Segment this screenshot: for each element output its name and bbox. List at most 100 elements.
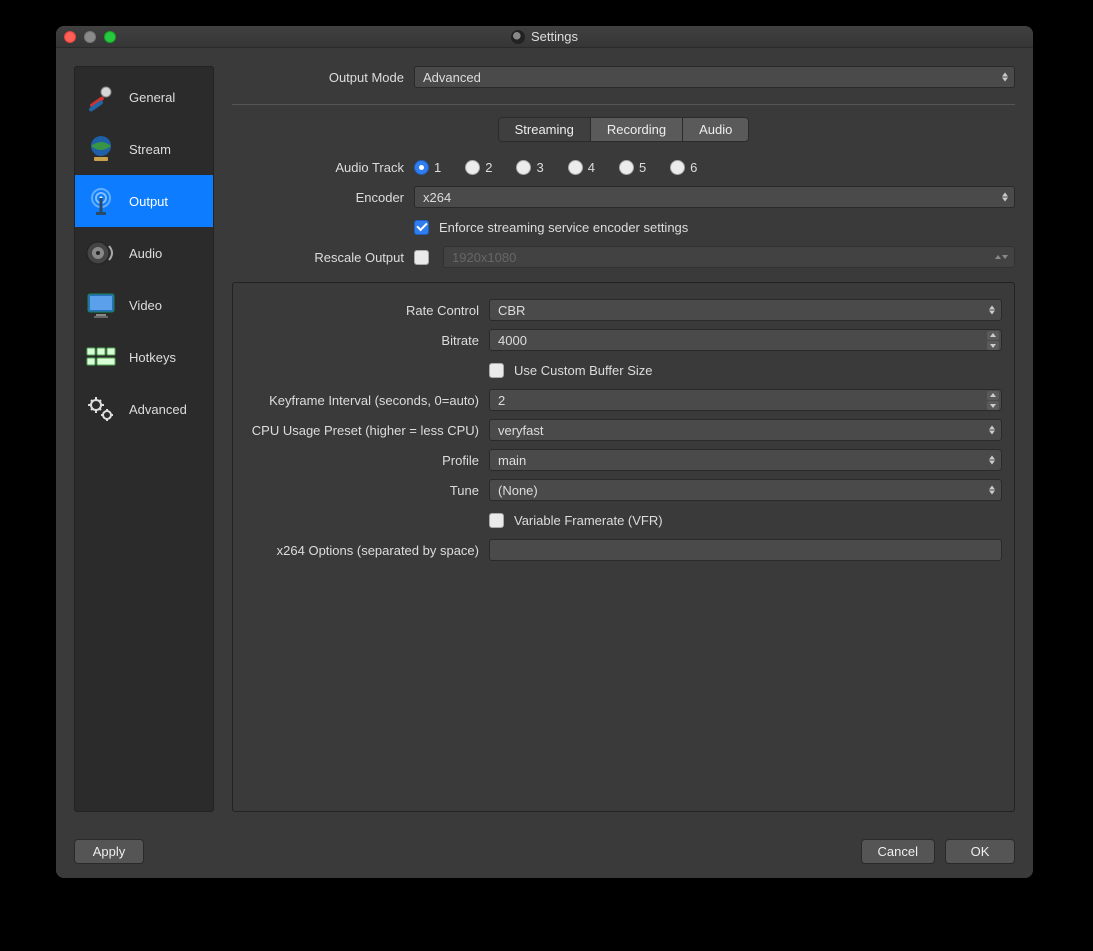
general-icon — [83, 79, 119, 115]
content-area: General Stream — [56, 48, 1033, 878]
audio-track-radio-2[interactable]: 2 — [465, 160, 492, 175]
sidebar-item-audio[interactable]: Audio — [75, 227, 213, 279]
stepper-icon[interactable] — [987, 331, 999, 350]
audio-track-group: 1 2 3 4 5 6 — [414, 160, 1015, 175]
cpu-preset-select[interactable]: veryfast — [489, 419, 1002, 441]
audio-icon — [83, 235, 119, 271]
window-controls — [64, 31, 116, 43]
sidebar-item-advanced[interactable]: Advanced — [75, 383, 213, 435]
bitrate-label: Bitrate — [245, 333, 489, 348]
sidebar-item-label: Stream — [129, 142, 171, 157]
audio-track-radio-6[interactable]: 6 — [670, 160, 697, 175]
keyframe-input[interactable]: 2 — [489, 389, 1002, 411]
sidebar-item-hotkeys[interactable]: Hotkeys — [75, 331, 213, 383]
vfr-checkbox[interactable] — [489, 513, 504, 528]
chevron-updown-icon — [989, 426, 995, 435]
x264-options-field[interactable] — [498, 543, 993, 558]
tab-recording[interactable]: Recording — [590, 117, 682, 142]
hotkeys-icon — [83, 339, 119, 375]
encoder-row: Encoder x264 — [232, 186, 1015, 208]
window-title: Settings — [531, 29, 578, 44]
zoom-window-button[interactable] — [104, 31, 116, 43]
cpu-preset-value: veryfast — [498, 423, 544, 438]
advanced-icon — [83, 391, 119, 427]
bitrate-row: Bitrate 4000 — [245, 329, 1002, 351]
encoder-settings-panel: Rate Control CBR Bitrate 4000 — [232, 282, 1015, 812]
sidebar-item-output[interactable]: Output — [75, 175, 213, 227]
rescale-select[interactable]: 1920x1080 — [443, 246, 1015, 268]
main-panel: Output Mode Advanced Streaming Recording… — [232, 66, 1015, 812]
divider — [232, 104, 1015, 105]
rescale-placeholder: 1920x1080 — [452, 250, 516, 265]
x264-options-row: x264 Options (separated by space) — [245, 539, 1002, 561]
encoder-value: x264 — [423, 190, 451, 205]
rescale-row: Rescale Output 1920x1080 — [232, 246, 1015, 268]
titlebar: Settings — [56, 26, 1033, 48]
output-mode-select[interactable]: Advanced — [414, 66, 1015, 88]
tune-value: (None) — [498, 483, 538, 498]
obs-icon — [511, 30, 525, 44]
audio-track-radio-5[interactable]: 5 — [619, 160, 646, 175]
rate-control-label: Rate Control — [245, 303, 489, 318]
ok-button[interactable]: OK — [945, 839, 1015, 864]
audio-track-radio-3[interactable]: 3 — [516, 160, 543, 175]
bitrate-input[interactable]: 4000 — [489, 329, 1002, 351]
sidebar-item-video[interactable]: Video — [75, 279, 213, 331]
sidebar-item-label: Hotkeys — [129, 350, 176, 365]
rate-control-select[interactable]: CBR — [489, 299, 1002, 321]
cancel-button[interactable]: Cancel — [861, 839, 935, 864]
output-mode-label: Output Mode — [232, 70, 414, 85]
encoder-label: Encoder — [232, 190, 414, 205]
cpu-preset-row: CPU Usage Preset (higher = less CPU) ver… — [245, 419, 1002, 441]
audio-track-radio-4[interactable]: 4 — [568, 160, 595, 175]
profile-value: main — [498, 453, 526, 468]
output-mode-value: Advanced — [423, 70, 481, 85]
sidebar-item-general[interactable]: General — [75, 71, 213, 123]
tune-select[interactable]: (None) — [489, 479, 1002, 501]
sidebar-item-stream[interactable]: Stream — [75, 123, 213, 175]
video-icon — [83, 287, 119, 323]
rescale-label: Rescale Output — [232, 250, 414, 265]
sidebar-item-label: Video — [129, 298, 162, 313]
enforce-label: Enforce streaming service encoder settin… — [439, 220, 688, 235]
sidebar-item-label: Output — [129, 194, 168, 209]
keyframe-value: 2 — [498, 393, 505, 408]
dialog-footer: Apply Cancel OK — [74, 839, 1015, 864]
vfr-label: Variable Framerate (VFR) — [514, 513, 663, 528]
audio-track-radio-1[interactable]: 1 — [414, 160, 441, 175]
tune-row: Tune (None) — [245, 479, 1002, 501]
custom-buffer-checkbox[interactable] — [489, 363, 504, 378]
chevron-updown-icon — [989, 456, 995, 465]
audio-track-label: Audio Track — [232, 160, 414, 175]
profile-row: Profile main — [245, 449, 1002, 471]
stepper-icon[interactable] — [987, 391, 999, 410]
x264-options-label: x264 Options (separated by space) — [245, 543, 489, 558]
sidebar-item-label: Audio — [129, 246, 162, 261]
minimize-window-button[interactable] — [84, 31, 96, 43]
x264-options-input[interactable] — [489, 539, 1002, 561]
cpu-preset-label: CPU Usage Preset (higher = less CPU) — [245, 423, 489, 438]
stream-icon — [83, 131, 119, 167]
chevron-updown-icon — [1002, 193, 1008, 202]
output-icon — [83, 183, 119, 219]
apply-button[interactable]: Apply — [74, 839, 144, 864]
keyframe-label: Keyframe Interval (seconds, 0=auto) — [245, 393, 489, 408]
settings-window: Settings General — [56, 26, 1033, 878]
output-mode-row: Output Mode Advanced — [232, 66, 1015, 88]
audio-track-row: Audio Track 1 2 3 4 5 6 — [232, 156, 1015, 178]
settings-sidebar: General Stream — [74, 66, 214, 812]
chevron-down-icon — [995, 255, 1008, 259]
enforce-checkbox[interactable] — [414, 220, 429, 235]
chevron-updown-icon — [989, 306, 995, 315]
keyframe-row: Keyframe Interval (seconds, 0=auto) 2 — [245, 389, 1002, 411]
custom-buffer-row: Use Custom Buffer Size — [245, 359, 1002, 381]
close-window-button[interactable] — [64, 31, 76, 43]
sidebar-item-label: General — [129, 90, 175, 105]
bitrate-value: 4000 — [498, 333, 527, 348]
encoder-select[interactable]: x264 — [414, 186, 1015, 208]
rescale-checkbox[interactable] — [414, 250, 429, 265]
profile-select[interactable]: main — [489, 449, 1002, 471]
chevron-updown-icon — [989, 486, 995, 495]
tab-audio[interactable]: Audio — [682, 117, 749, 142]
tab-streaming[interactable]: Streaming — [498, 117, 590, 142]
